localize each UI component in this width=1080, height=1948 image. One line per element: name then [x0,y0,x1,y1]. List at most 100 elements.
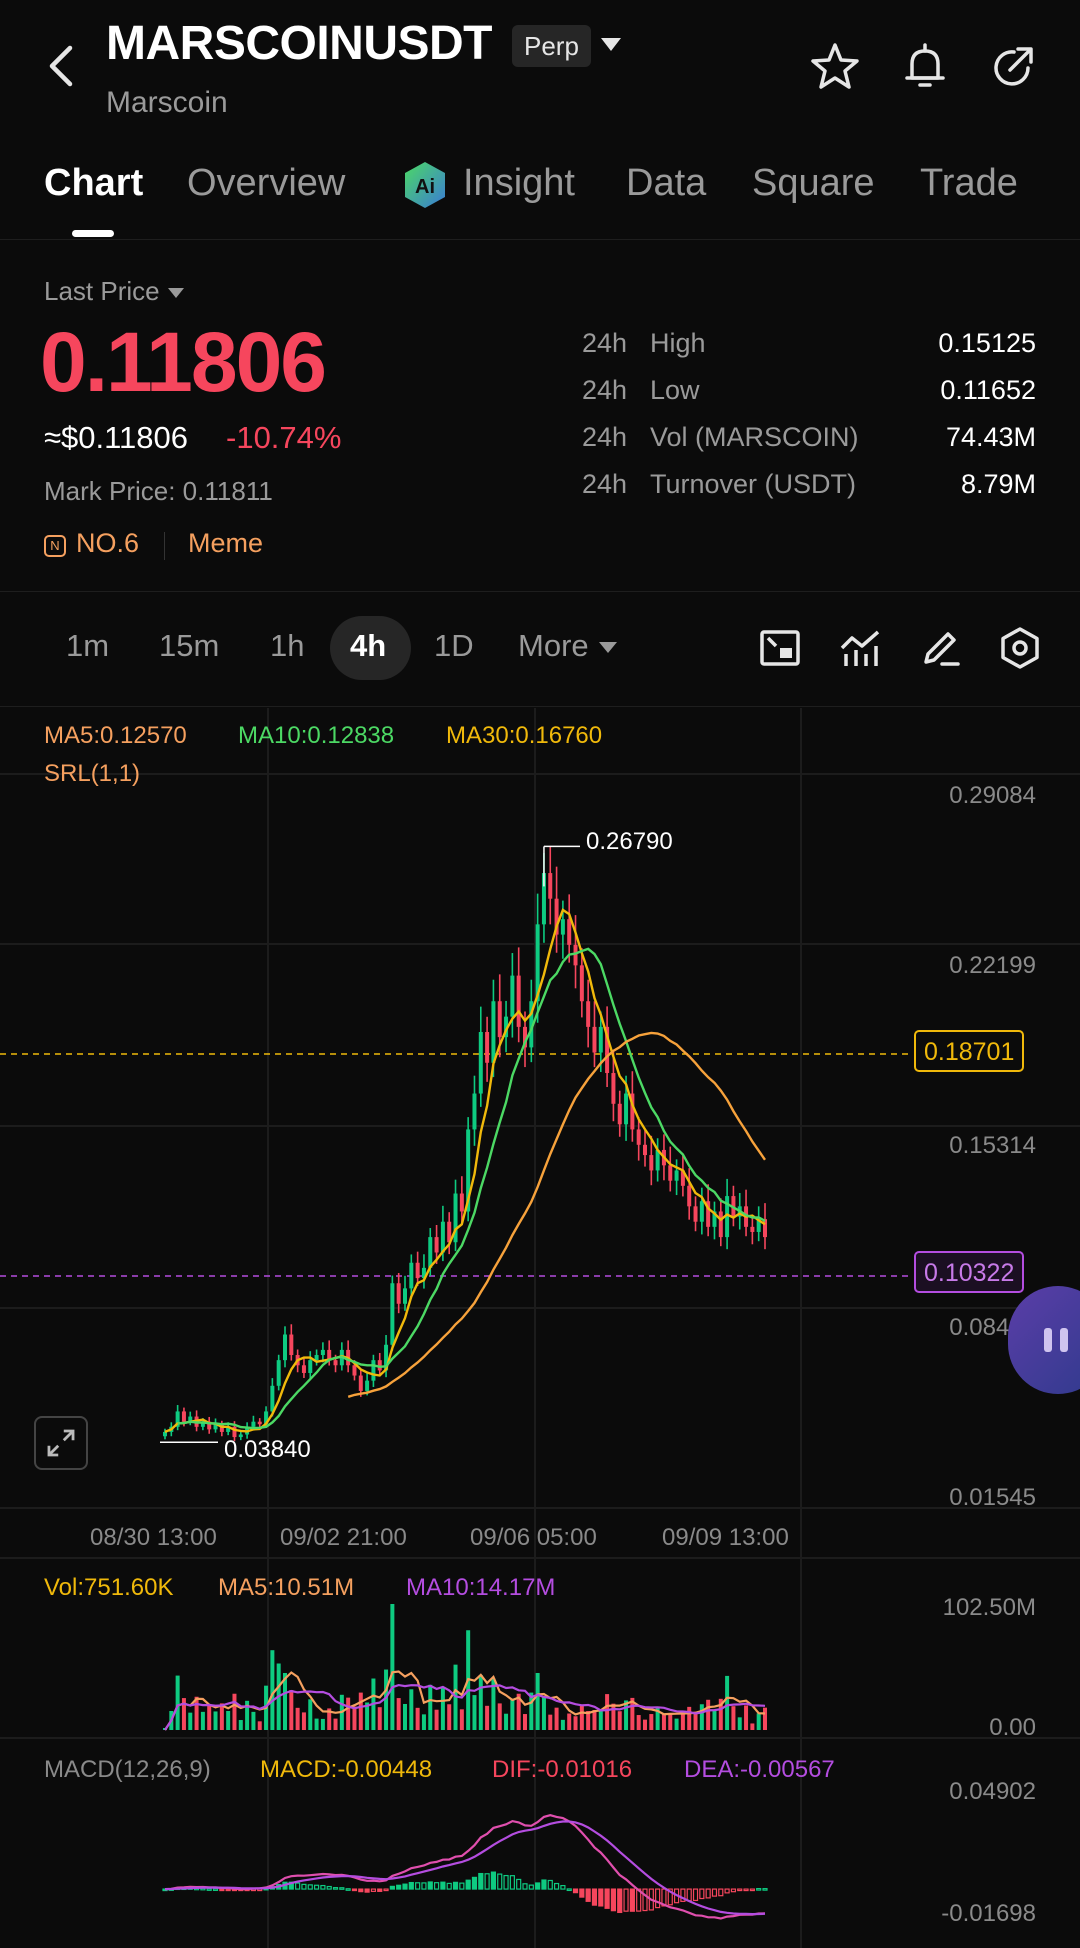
volume-bar [661,1714,666,1730]
candle-body [371,1360,376,1381]
macd-histogram-bar [389,1885,395,1890]
tab-insight[interactable]: Insight [463,162,575,205]
candle-body [750,1226,755,1232]
interval-15m[interactable]: 15m [159,628,219,664]
volume-bar [200,1711,205,1730]
candle-body [636,1129,641,1145]
candle-body [396,1283,401,1304]
fullscreen-icon[interactable] [34,1416,88,1470]
legend-srl: SRL(1,1) [44,760,141,787]
volume-axis-label: 0.00 [989,1714,1036,1741]
candle-body [181,1411,186,1422]
volume-bar [188,1712,193,1730]
candle-body [289,1334,294,1356]
macd-histogram-bar [452,1881,459,1890]
candle-body [624,1093,629,1125]
star-icon[interactable] [808,40,862,94]
tab-trade[interactable]: Trade [920,162,1018,205]
candle-body [548,873,553,899]
pencil-icon[interactable] [918,626,962,670]
legend-ma5: MA5:0.12570 [44,722,187,749]
candle-body [586,1001,591,1027]
chevron-down-icon [598,642,617,654]
volume-bar [459,1709,464,1730]
candle-body [257,1421,262,1425]
chart-area[interactable]: MA5:0.12570 MA10:0.12838 MA30:0.16760 SR… [0,708,1080,1948]
macd-histogram-bar [484,1873,490,1890]
resistance-price-tag[interactable]: 0.18701 [914,1030,1025,1072]
candle-body [763,1219,767,1238]
candle-body [649,1155,654,1171]
last-price-selector[interactable]: Last Price [44,276,184,307]
candle-body [478,1032,483,1094]
macd-histogram-bar [541,1879,547,1890]
macd-histogram-bar [718,1888,724,1897]
interval-1m[interactable]: 1m [66,628,109,664]
chevron-down-icon[interactable] [601,38,621,51]
stat-label: Turnover (USDT) [650,469,857,499]
candle-body [560,919,565,935]
macd-histogram-bar [402,1883,408,1890]
tab-chart[interactable]: Chart [44,162,143,205]
time-axis-label: 08/30 13:00 [90,1524,217,1551]
support-price-tag[interactable]: 0.10322 [914,1251,1025,1293]
volume-bar [573,1716,578,1730]
tab-overview[interactable]: Overview [187,162,345,205]
macd-histogram-bar [743,1888,749,1892]
volume-bar [617,1711,622,1730]
bell-icon[interactable] [898,40,952,94]
back-arrow-icon[interactable] [40,40,80,92]
candle-body [440,1221,445,1253]
stat-row-volume: 24h Vol (MARSCOIN) 74.43M [582,422,1036,469]
macd-histogram-bar [383,1888,389,1892]
candle-body [434,1237,439,1253]
rank-badge[interactable]: N NO.6 [44,528,139,559]
chart-type-icon[interactable] [758,626,802,670]
interval-1h[interactable]: 1h [270,628,304,664]
volume-bar [592,1710,597,1730]
volume-bar [485,1705,490,1730]
macd-histogram-bar [623,1888,629,1912]
candle-body [270,1385,275,1412]
interval-more-label: More [518,628,589,663]
interval-more[interactable]: More [518,628,617,664]
share-icon[interactable] [986,40,1040,94]
volume-bar [478,1674,483,1730]
candle-body [693,1206,698,1222]
settings-icon[interactable] [998,626,1042,670]
volume-bar [352,1706,357,1730]
meme-tag[interactable]: Meme [188,528,263,559]
perp-badge[interactable]: Perp [512,25,591,67]
header: MARSCOINUSDT Perp Marscoin [0,0,1080,130]
tab-data[interactable]: Data [626,162,706,205]
tab-square[interactable]: Square [752,162,875,205]
macd-histogram-bar [705,1888,711,1899]
candle-body [358,1375,363,1391]
volume-bar [251,1711,256,1730]
candle-body [598,1026,603,1053]
macd-histogram-bar [560,1885,566,1890]
candle-body [428,1237,433,1268]
macd-histogram-bar [522,1883,528,1890]
macd-histogram-bar [711,1888,718,1897]
candle-body [699,1201,704,1222]
volume-bar [523,1714,527,1730]
macd-histogram-bar [206,1888,212,1891]
time-axis-label: 09/02 21:00 [280,1524,407,1551]
legend-dea: DEA:-0.00567 [684,1756,835,1783]
coin-name: Marscoin [106,86,228,119]
candle-body [674,1170,679,1181]
interval-1d[interactable]: 1D [434,628,474,664]
macd-histogram-bar [320,1884,326,1890]
volume-bar [377,1707,382,1730]
macd-histogram-bar [591,1888,598,1906]
stat-row-turnover: 24h Turnover (USDT) 8.79M [582,469,1036,516]
macd-histogram-bar [528,1884,534,1890]
interval-4h[interactable]: 4h [350,628,386,664]
symbol-title[interactable]: MARSCOINUSDT [106,16,493,71]
candle-body [567,919,572,945]
indicators-icon[interactable] [838,626,882,670]
volume-axis-label: 102.50M [942,1594,1036,1621]
macd-histogram-bar [408,1881,414,1890]
volume-bar [699,1704,704,1730]
